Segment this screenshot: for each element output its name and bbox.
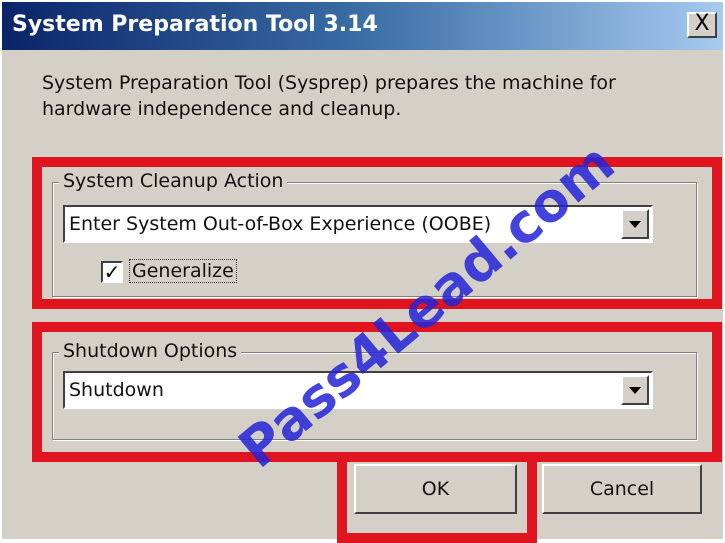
- ok-button-label: OK: [421, 478, 450, 500]
- shutdown-options-value: Shutdown: [69, 379, 164, 401]
- close-icon: X: [694, 11, 710, 36]
- check-mark-icon: ✓: [103, 260, 121, 284]
- description-text: System Preparation Tool (Sysprep) prepar…: [42, 72, 616, 120]
- cancel-button-label: Cancel: [589, 478, 655, 500]
- generalize-label[interactable]: Generalize: [129, 259, 237, 283]
- ok-button[interactable]: OK: [354, 464, 517, 514]
- close-button[interactable]: X: [687, 12, 717, 38]
- dropdown-arrow-icon[interactable]: [621, 209, 649, 239]
- shutdown-options-label: Shutdown Options: [59, 340, 242, 362]
- window-title: System Preparation Tool 3.14: [12, 12, 378, 37]
- cleanup-action-value: Enter System Out-of-Box Experience (OOBE…: [69, 213, 492, 235]
- dropdown-arrow-icon[interactable]: [621, 375, 649, 405]
- generalize-checkbox[interactable]: ✓: [101, 261, 123, 283]
- title-bar[interactable]: System Preparation Tool 3.14 X: [2, 2, 723, 50]
- cancel-button[interactable]: Cancel: [542, 464, 702, 514]
- sysprep-dialog: System Preparation Tool 3.14 X System Pr…: [0, 0, 725, 543]
- cleanup-action-label: System Cleanup Action: [59, 170, 288, 192]
